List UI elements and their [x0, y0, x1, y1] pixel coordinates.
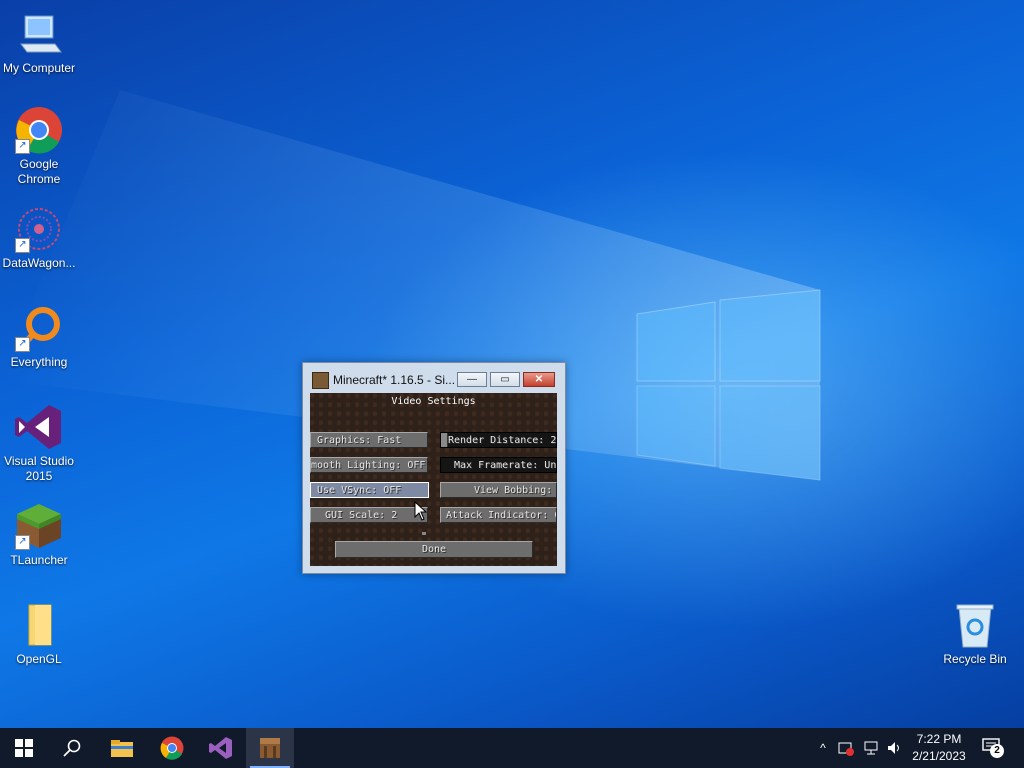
- desktop-icon-everything[interactable]: ↗ Everything: [0, 304, 78, 370]
- maximize-button[interactable]: ▭: [490, 372, 520, 387]
- desktop-icon-label: Recycle Bin: [943, 652, 1007, 666]
- start-button[interactable]: [0, 728, 48, 768]
- shortcut-arrow-icon: ↗: [15, 238, 30, 253]
- mouse-cursor-icon: [414, 501, 428, 521]
- taskbar-file-explorer[interactable]: [98, 728, 146, 768]
- desktop-icon-label: DataWagon...: [2, 256, 76, 270]
- desktop-icon-label: TLauncher: [10, 553, 68, 567]
- attack-indicator-option-button[interactable]: Attack Indicator: Cros: [440, 507, 557, 523]
- desktop-icon-datawagon[interactable]: ↗ DataWagon...: [0, 205, 78, 271]
- close-button[interactable]: ✕: [523, 372, 555, 387]
- minecraft-app-icon: [312, 372, 329, 389]
- shortcut-arrow-icon: ↗: [15, 337, 30, 352]
- max-framerate-slider[interactable]: Max Framerate: Unlim: [440, 457, 557, 473]
- minecraft-icon: [260, 738, 280, 758]
- slider-knob[interactable]: [441, 433, 448, 447]
- render-distance-slider[interactable]: Render Distance: 2 ch: [440, 432, 557, 448]
- datawagon-icon: ↗: [15, 205, 63, 253]
- desktop-icon-my-computer[interactable]: My Computer: [0, 10, 78, 76]
- minimize-button[interactable]: —: [457, 372, 487, 387]
- chrome-icon: [160, 736, 184, 760]
- taskbar-visual-studio[interactable]: [197, 728, 245, 768]
- taskbar: ^ 7:22 PM 2/21/2023 2: [0, 728, 1024, 768]
- window-title: Minecraft* 1.16.5 - Si...: [333, 373, 455, 387]
- chrome-icon: ↗: [15, 106, 63, 154]
- grass-block-icon: ↗: [15, 502, 63, 550]
- done-button[interactable]: Done: [335, 541, 533, 558]
- taskbar-chrome[interactable]: [148, 728, 196, 768]
- shortcut-arrow-icon: ↗: [15, 535, 30, 550]
- taskbar-minecraft[interactable]: [246, 728, 294, 768]
- shortcut-arrow-icon: ↗: [15, 139, 30, 154]
- network-icon[interactable]: [860, 728, 882, 768]
- desktop-icon-label: Everything: [10, 355, 68, 369]
- computer-icon: [15, 10, 63, 58]
- notification-count-badge: 2: [990, 744, 1004, 758]
- view-bobbing-option-button[interactable]: View Bobbing: ON: [440, 482, 557, 498]
- desktop-icon-visual-studio[interactable]: Visual Studio 2015: [0, 403, 78, 484]
- clock-date: 2/21/2023: [912, 749, 966, 763]
- smooth-lighting-option-button[interactable]: mooth Lighting: OFF: [310, 457, 428, 473]
- slider-label: Render Distance: 2 ch: [448, 435, 557, 446]
- gui-scale-option-button[interactable]: GUI Scale: 2: [310, 507, 428, 523]
- desktop-icon-label: Google Chrome: [17, 157, 61, 186]
- file-explorer-icon: [111, 740, 133, 757]
- security-warning-icon[interactable]: [836, 728, 856, 768]
- desktop-icon-google-chrome[interactable]: ↗ Google Chrome: [0, 106, 78, 187]
- desktop-icon-label: Visual Studio 2015: [4, 454, 74, 483]
- graphics-option-button[interactable]: Graphics: Fast: [310, 432, 428, 448]
- desktop-icon-tlauncher[interactable]: ↗ TLauncher: [0, 502, 78, 568]
- windows-logo-wallpaper: [636, 289, 821, 481]
- desktop-icon-label: My Computer: [2, 61, 76, 75]
- magnifier-icon: ↗: [15, 304, 63, 352]
- desktop-icon-label: OpenGL: [16, 652, 62, 666]
- scroll-indicator: [422, 532, 426, 535]
- minecraft-client-area[interactable]: Video Settings Graphics: Fast mooth Ligh…: [310, 393, 557, 566]
- folder-icon: [15, 601, 63, 649]
- clock-time: 7:22 PM: [916, 732, 962, 746]
- window-titlebar[interactable]: Minecraft* 1.16.5 - Si... — ▭ ✕: [303, 363, 565, 393]
- desktop-icon-recycle-bin[interactable]: Recycle Bin: [936, 601, 1014, 667]
- search-icon: [63, 739, 81, 757]
- volume-icon[interactable]: [883, 728, 905, 768]
- vsync-option-button[interactable]: Use VSync: OFF: [310, 482, 429, 498]
- taskbar-clock[interactable]: 7:22 PM 2/21/2023: [906, 731, 972, 765]
- desktop-icon-opengl-folder[interactable]: OpenGL: [0, 601, 78, 667]
- start-icon: [15, 739, 33, 757]
- screen-title: Video Settings: [391, 396, 476, 407]
- recycle-bin-icon: [951, 601, 999, 649]
- visual-studio-icon: [209, 737, 232, 759]
- slider-label: Max Framerate: Unlim: [454, 460, 557, 471]
- search-button[interactable]: [48, 728, 96, 768]
- visual-studio-icon: [15, 403, 63, 451]
- action-center-button[interactable]: 2: [982, 738, 1004, 758]
- minecraft-window[interactable]: Minecraft* 1.16.5 - Si... — ▭ ✕ Video Se…: [302, 362, 566, 574]
- tray-overflow-chevron[interactable]: ^: [813, 728, 833, 768]
